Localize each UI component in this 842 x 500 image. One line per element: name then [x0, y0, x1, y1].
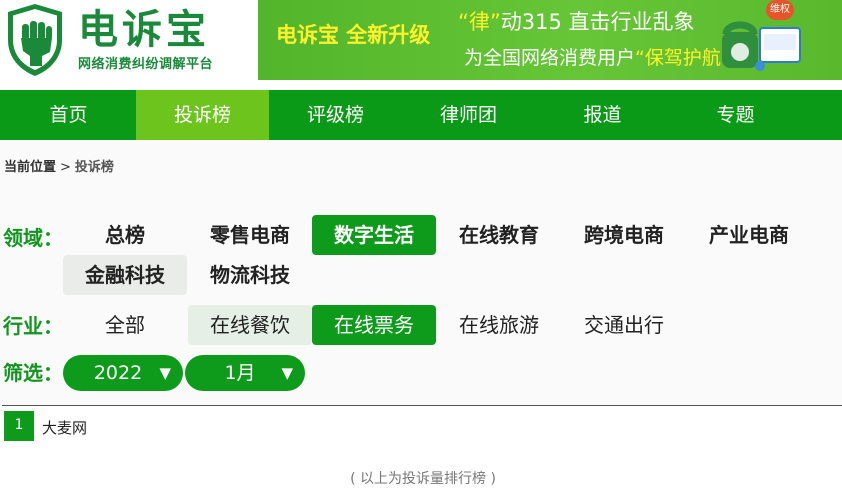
filter-panel: 领域： 总榜 零售电商 数字生活 在线教育 跨境电商 产业电商 金融科技 物流科… [0, 186, 842, 406]
domain-logistics-tech[interactable]: 物流科技 [188, 255, 312, 295]
ranking-row[interactable]: 1 大麦网 [4, 411, 214, 443]
nav-item-home[interactable]: 首页 [2, 90, 135, 140]
banner-line-1: “律”动315 直击行业乱象 [458, 8, 695, 36]
chevron-down-icon: ▼ [159, 364, 171, 382]
screen-label: 筛选： [3, 361, 63, 385]
promo-banner[interactable]: 电诉宝 全新升级 “律”动315 直击行业乱象 为全国网络消费用户“保驾护航” … [258, 0, 842, 80]
year-select-value: 2022 [93, 362, 143, 384]
domain-retail-ecommerce[interactable]: 零售电商 [188, 215, 312, 255]
industry-label: 行业： [3, 314, 63, 338]
domain-fintech[interactable]: 金融科技 [63, 255, 187, 295]
year-select[interactable]: 2022 ▼ [63, 355, 183, 391]
site-header: 电诉宝 网络消费纠纷调解平台 电诉宝 全新升级 “律”动315 直击行业乱象 为… [0, 0, 842, 88]
domain-cross-border-ecommerce[interactable]: 跨境电商 [562, 215, 686, 255]
breadcrumb: 当前位置 > 投诉榜 [0, 140, 842, 186]
banner-line-2-text: 为全国网络消费用户 [464, 47, 636, 69]
brand-name: 电诉宝 [78, 7, 210, 53]
main-nav: 首页 投诉榜 评级榜 律师团 报道 专题 [0, 90, 842, 140]
brand-subtitle: 网络消费纠纷调解平台 [78, 57, 214, 72]
ranking-footnote: ( 以上为投诉量排行榜 ) [4, 458, 842, 489]
banner-line-1-text: 动315 直击行业乱象 [500, 10, 695, 34]
company-name-link[interactable]: 大麦网 [42, 411, 87, 445]
banner-line-2: 为全国网络消费用户“保驾护航” [464, 44, 731, 72]
section-divider [2, 405, 842, 406]
domain-industrial-ecommerce[interactable]: 产业电商 [687, 215, 811, 255]
banner-badge: 维权 [766, 0, 794, 20]
site-logo[interactable]: 电诉宝 网络消费纠纷调解平台 [0, 0, 250, 82]
domain-online-education[interactable]: 在线教育 [437, 215, 561, 255]
nav-item-rating-ranking[interactable]: 评级榜 [269, 90, 402, 140]
month-select-value: 1月 [224, 362, 256, 384]
nav-item-topics[interactable]: 专题 [669, 90, 802, 140]
rank-number: 1 [4, 411, 34, 441]
industry-all[interactable]: 全部 [63, 305, 187, 345]
telephone-icon [722, 21, 801, 71]
breadcrumb-separator: > [60, 160, 71, 175]
domain-digital-life[interactable]: 数字生活 [312, 215, 436, 255]
nav-item-complaint-ranking[interactable]: 投诉榜 [136, 90, 269, 140]
domain-total[interactable]: 总榜 [63, 215, 187, 255]
banner-slogan: 电诉宝 全新升级 [276, 23, 431, 47]
industry-online-ticketing[interactable]: 在线票务 [312, 305, 436, 345]
industry-online-travel[interactable]: 在线旅游 [437, 305, 561, 345]
banner-line-1-quote: “律” [458, 10, 501, 34]
banner-line-2-quote: “保驾护航” [635, 47, 731, 69]
chevron-down-icon: ▼ [281, 364, 293, 382]
domain-label: 领域： [3, 226, 63, 250]
breadcrumb-current[interactable]: 投诉榜 [75, 160, 114, 175]
nav-item-lawyer-team[interactable]: 律师团 [402, 90, 535, 140]
breadcrumb-prefix: 当前位置 [4, 160, 57, 175]
month-select[interactable]: 1月 ▼ [185, 355, 305, 391]
fist-shield-icon [8, 4, 62, 76]
nav-item-reports[interactable]: 报道 [536, 90, 669, 140]
industry-transportation[interactable]: 交通出行 [562, 305, 686, 345]
industry-online-dining[interactable]: 在线餐饮 [188, 305, 312, 345]
